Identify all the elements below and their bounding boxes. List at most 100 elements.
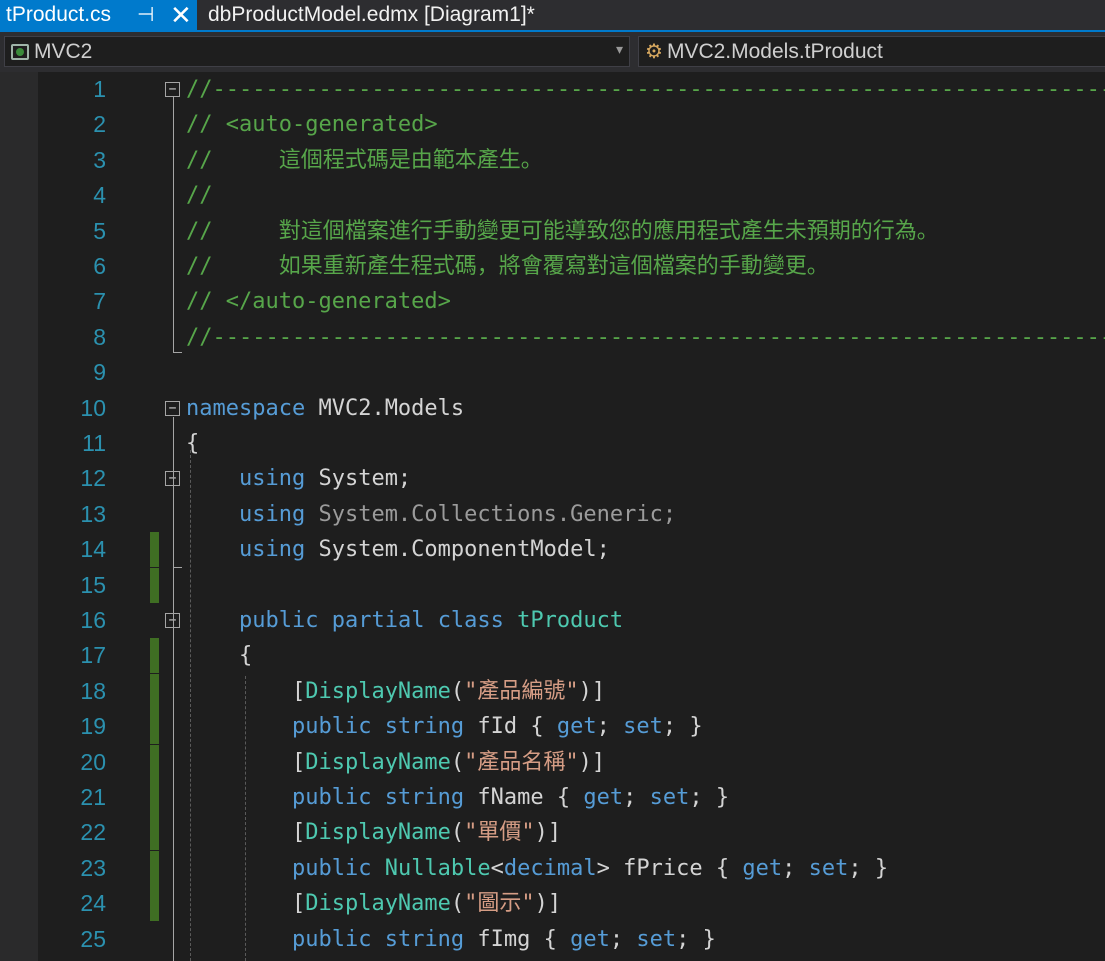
code-token: )]: [534, 891, 562, 916]
code-token: DisplayName: [305, 891, 451, 916]
code-line[interactable]: 6 // 如果重新產生程式碼，將會覆寫對這個檔案的手動變更。: [0, 249, 1105, 284]
code-line[interactable]: 13 using System.Collections.Generic;: [0, 497, 1105, 532]
code-line[interactable]: 12− using System;: [0, 461, 1105, 496]
code-text: using System.ComponentModel;: [186, 532, 610, 567]
code-line[interactable]: 9: [0, 355, 1105, 390]
code-line[interactable]: 20 [DisplayName("產品名稱")]: [0, 745, 1105, 780]
code-token: string: [384, 714, 465, 739]
code-line[interactable]: 15: [0, 568, 1105, 603]
line-number: 8: [93, 324, 106, 350]
code-text: public Nullable<decimal> fPrice { get; s…: [186, 851, 888, 886]
indent-guide-class: [245, 676, 246, 961]
code-token: (: [450, 820, 465, 845]
code-token: fId {: [464, 714, 557, 739]
change-indicator: [150, 568, 159, 603]
code-editor[interactable]: 1−//------------------------------------…: [0, 72, 1105, 961]
collapse-icon[interactable]: −: [165, 82, 180, 97]
code-line[interactable]: 7 // </auto-generated>: [0, 284, 1105, 319]
code-token: class: [437, 608, 504, 633]
code-token: "產品名稱": [464, 750, 579, 775]
tab-dbproductmodel-edmx[interactable]: dbProductModel.edmx [Diagram1]*: [208, 0, 535, 30]
code-token: //: [186, 183, 213, 208]
code-text: //--------------------------------------…: [186, 72, 1105, 107]
change-indicator: [150, 709, 159, 744]
code-token: tProduct: [517, 608, 624, 633]
class-member-icon: ⚙: [645, 41, 663, 63]
code-token: fImg {: [464, 927, 571, 952]
code-line[interactable]: 22 [DisplayName("單價")]: [0, 815, 1105, 850]
code-text: {: [186, 638, 252, 673]
code-line[interactable]: 16− public partial class tProduct: [0, 603, 1105, 638]
line-number: 13: [80, 501, 106, 527]
code-line[interactable]: 5 // 對這個檔案進行手動變更可能導致您的應用程式產生未預期的行為。: [0, 214, 1105, 249]
code-token: // </auto-generated>: [186, 289, 451, 314]
tab-tproduct-cs[interactable]: tProduct.cs ⊣ ✕: [0, 0, 197, 30]
code-token: // <auto-generated>: [186, 112, 438, 137]
code-line[interactable]: 18 [DisplayName("產品編號")]: [0, 674, 1105, 709]
type-name: MVC2.Models.tProduct: [666, 39, 883, 63]
code-line[interactable]: 21 public string fName { get; set; }: [0, 780, 1105, 815]
code-token: > fPrice {: [596, 856, 743, 881]
outline-guide-usings-end: [173, 567, 182, 568]
code-token: get: [556, 714, 597, 739]
code-token: (: [450, 891, 465, 916]
close-icon[interactable]: ✕: [170, 0, 192, 31]
code-token: MVC2.Models: [305, 396, 465, 421]
line-number: 20: [80, 749, 106, 775]
code-line[interactable]: 11 {: [0, 426, 1105, 461]
code-line[interactable]: 8 //-------------------------------------…: [0, 320, 1105, 355]
code-text: [DisplayName("圖示")]: [186, 886, 561, 921]
outline-guide-header-end: [173, 352, 182, 353]
code-token: public: [291, 714, 372, 739]
code-token: DisplayName: [305, 820, 451, 845]
type-dropdown[interactable]: ⚙ MVC2.Models.tProduct: [638, 36, 1105, 67]
code-token: {: [186, 431, 200, 456]
code-line[interactable]: 2 // <auto-generated>: [0, 107, 1105, 142]
pin-icon[interactable]: ⊣: [137, 2, 154, 27]
line-number: 3: [93, 147, 106, 173]
code-line[interactable]: 25 public string fImg { get; set; }: [0, 922, 1105, 957]
code-line[interactable]: 19 public string fId { get; set; }: [0, 709, 1105, 744]
code-token: get: [583, 785, 624, 810]
code-text: //--------------------------------------…: [186, 320, 1105, 355]
code-token: //--------------------------------------…: [186, 325, 1105, 350]
code-text: // 如果重新產生程式碼，將會覆寫對這個檔案的手動變更。: [186, 249, 829, 284]
change-indicator: [150, 745, 159, 780]
change-indicator: [150, 815, 159, 850]
code-token: <: [490, 856, 504, 881]
code-text: [DisplayName("產品名稱")]: [186, 745, 605, 780]
line-number: 5: [93, 218, 106, 244]
code-text: [DisplayName("單價")]: [186, 815, 561, 850]
project-dropdown[interactable]: MVC2 ▾: [4, 36, 630, 67]
code-token: Nullable: [384, 856, 491, 881]
code-line[interactable]: 1 −//------------------------------------…: [0, 72, 1105, 107]
code-line[interactable]: 3 // 這個程式碼是由範本產生。: [0, 143, 1105, 178]
code-line[interactable]: 17 {: [0, 638, 1105, 673]
line-number: 1: [93, 76, 106, 102]
chevron-down-icon[interactable]: ▾: [616, 41, 623, 58]
code-token: decimal: [503, 856, 597, 881]
code-line[interactable]: 10 − namespace MVC2.Models: [0, 391, 1105, 426]
line-number: 19: [80, 713, 106, 739]
code-token: DisplayName: [305, 679, 451, 704]
code-token: System.ComponentModel;: [305, 537, 610, 562]
code-line[interactable]: 4 //: [0, 178, 1105, 213]
code-line[interactable]: 23 public Nullable<decimal> fPrice { get…: [0, 851, 1105, 886]
code-token: )]: [578, 750, 606, 775]
code-line[interactable]: 24 [DisplayName("圖示")]: [0, 886, 1105, 921]
collapse-icon[interactable]: −: [165, 401, 180, 416]
code-token: ; }: [689, 785, 730, 810]
code-line[interactable]: 14 using System.ComponentModel;: [0, 532, 1105, 567]
code-text: // <auto-generated>: [186, 107, 438, 142]
document-tab-bar: tProduct.cs ⊣ ✕ dbProductModel.edmx [Dia…: [0, 0, 1105, 32]
